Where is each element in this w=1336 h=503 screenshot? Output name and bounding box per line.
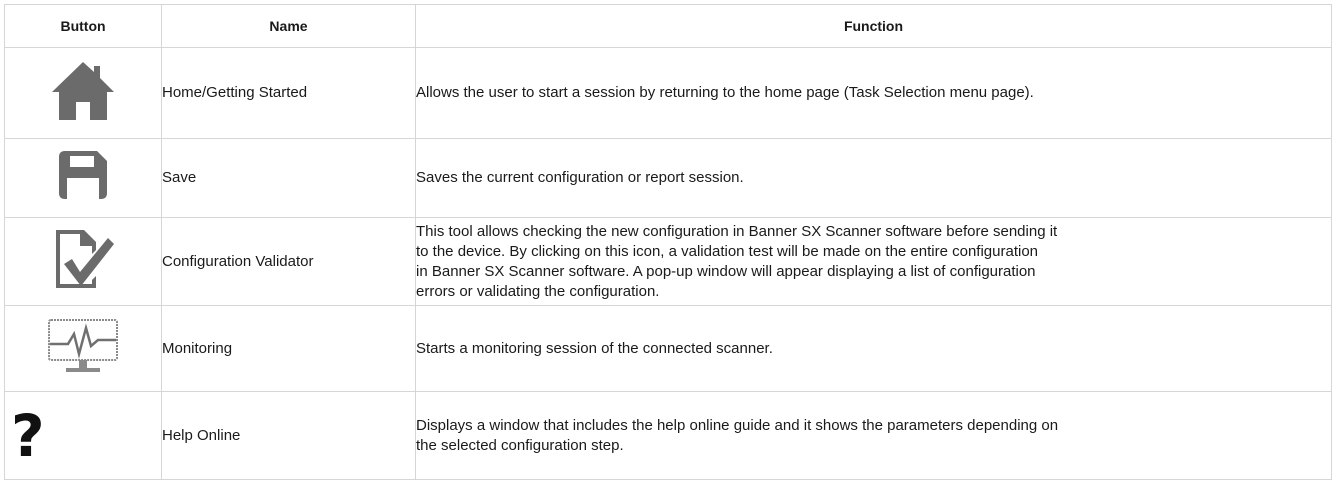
table-row: Save Saves the current configuration or …: [4, 138, 1332, 218]
monitoring-icon: [46, 316, 120, 382]
button-cell: ?: [4, 391, 162, 480]
table-row: Monitoring Starts a monitoring session o…: [4, 305, 1332, 392]
function-line: errors or validating the configuration.: [416, 282, 660, 300]
row-name: Monitoring: [161, 305, 416, 392]
header-button: Button: [4, 4, 162, 48]
header-function: Function: [415, 4, 1332, 48]
row-function: Displays a window that includes the help…: [415, 391, 1332, 480]
row-name: Help Online: [161, 391, 416, 480]
header-row: Button Name Function: [4, 4, 1332, 48]
function-line: in Banner SX Scanner software. A pop-up …: [416, 262, 1036, 280]
row-name: Home/Getting Started: [161, 47, 416, 139]
row-function: Saves the current configuration or repor…: [415, 138, 1332, 218]
function-line: This tool allows checking the new config…: [416, 222, 1058, 240]
button-cell: [4, 47, 162, 139]
button-cell: [4, 138, 162, 218]
home-icon: [50, 58, 116, 128]
row-name: Save: [161, 138, 416, 218]
function-line: to the device. By clicking on this icon,…: [416, 242, 1039, 260]
buttons-table: Button Name Function Home/Getting Starte…: [4, 4, 1332, 480]
table-row: Home/Getting Started Allows the user to …: [4, 47, 1332, 139]
function-line: the selected configuration step.: [416, 436, 624, 454]
row-name: Configuration Validator: [161, 217, 416, 306]
row-function: This tool allows checking the new config…: [415, 217, 1332, 306]
save-icon: [57, 149, 109, 207]
row-function: Allows the user to start a session by re…: [415, 47, 1332, 139]
row-function: Starts a monitoring session of the conne…: [415, 305, 1332, 392]
configuration-validator-icon: [50, 226, 116, 298]
table-row: Configuration Validator This tool allows…: [4, 217, 1332, 306]
function-line: Displays a window that includes the help…: [416, 416, 1059, 434]
help-icon: ?: [11, 401, 45, 470]
header-name: Name: [161, 4, 416, 48]
button-cell: [4, 305, 162, 392]
table-row: ? Help Online Displays a window that inc…: [4, 391, 1332, 480]
button-cell: [4, 217, 162, 306]
